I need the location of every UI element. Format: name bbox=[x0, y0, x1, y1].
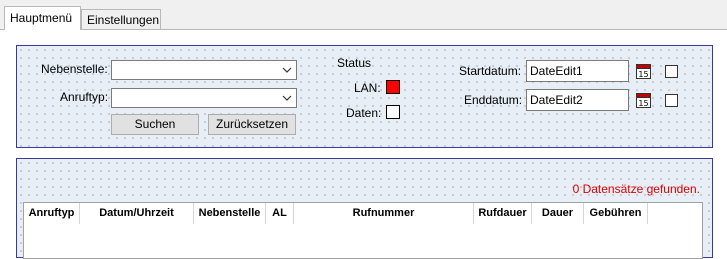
svg-text:15: 15 bbox=[638, 70, 648, 79]
end-date-label: Enddatum: bbox=[464, 93, 523, 107]
search-button[interactable]: Suchen bbox=[111, 114, 199, 135]
tab-hauptmenue[interactable]: Hauptmenü bbox=[4, 6, 81, 30]
calendar-icon[interactable]: 15 bbox=[636, 92, 651, 108]
daten-status-indicator bbox=[386, 105, 400, 119]
column-header-datum-uhrzeit[interactable]: Datum/Uhrzeit bbox=[80, 203, 194, 224]
column-header-al[interactable]: AL bbox=[266, 203, 294, 224]
results-table[interactable]: Anruftyp Datum/Uhrzeit Nebenstelle AL Ru… bbox=[23, 202, 703, 259]
end-date-field[interactable]: DateEdit2 bbox=[526, 89, 629, 111]
anruftyp-label: Anruftyp: bbox=[60, 90, 109, 104]
results-groupbox: 0 Datensätze gefunden. Anruftyp Datum/Uh… bbox=[16, 158, 713, 259]
daten-label: Daten: bbox=[346, 106, 382, 120]
filter-groupbox: Nebenstelle: Anruftyp: Suchen Zurücksetz… bbox=[16, 45, 713, 148]
chevron-down-icon bbox=[282, 67, 292, 73]
column-header-nebenstelle[interactable]: Nebenstelle bbox=[194, 203, 266, 224]
lan-label: LAN: bbox=[354, 81, 381, 95]
end-date-checkbox[interactable] bbox=[665, 94, 678, 107]
svg-text:15: 15 bbox=[638, 99, 648, 108]
nebenstelle-combobox[interactable] bbox=[111, 60, 297, 80]
main-panel: Nebenstelle: Anruftyp: Suchen Zurücksetz… bbox=[0, 29, 727, 259]
start-date-label: Startdatum: bbox=[459, 64, 522, 78]
chevron-down-icon bbox=[282, 95, 292, 101]
status-label: Status bbox=[337, 56, 372, 70]
start-date-field[interactable]: DateEdit1 bbox=[526, 60, 629, 82]
calendar-icon[interactable]: 15 bbox=[636, 63, 651, 79]
lan-status-indicator bbox=[386, 80, 400, 94]
reset-button[interactable]: Zurücksetzen bbox=[208, 114, 296, 135]
column-header-gebuehren[interactable]: Gebühren bbox=[584, 203, 648, 224]
result-count-text: 0 Datensätze gefunden. bbox=[572, 182, 700, 196]
start-date-checkbox[interactable] bbox=[665, 65, 678, 78]
column-header-anruftyp[interactable]: Anruftyp bbox=[24, 203, 80, 224]
nebenstelle-label: Nebenstelle: bbox=[41, 62, 108, 76]
column-header-dauer[interactable]: Dauer bbox=[532, 203, 584, 224]
anruftyp-combobox[interactable] bbox=[111, 88, 297, 108]
tab-bar: Hauptmenü Einstellungen bbox=[0, 0, 727, 30]
tab-einstellungen[interactable]: Einstellungen bbox=[81, 9, 161, 29]
column-header-rufnummer[interactable]: Rufnummer bbox=[294, 203, 474, 224]
column-header-rufdauer[interactable]: Rufdauer bbox=[474, 203, 532, 224]
